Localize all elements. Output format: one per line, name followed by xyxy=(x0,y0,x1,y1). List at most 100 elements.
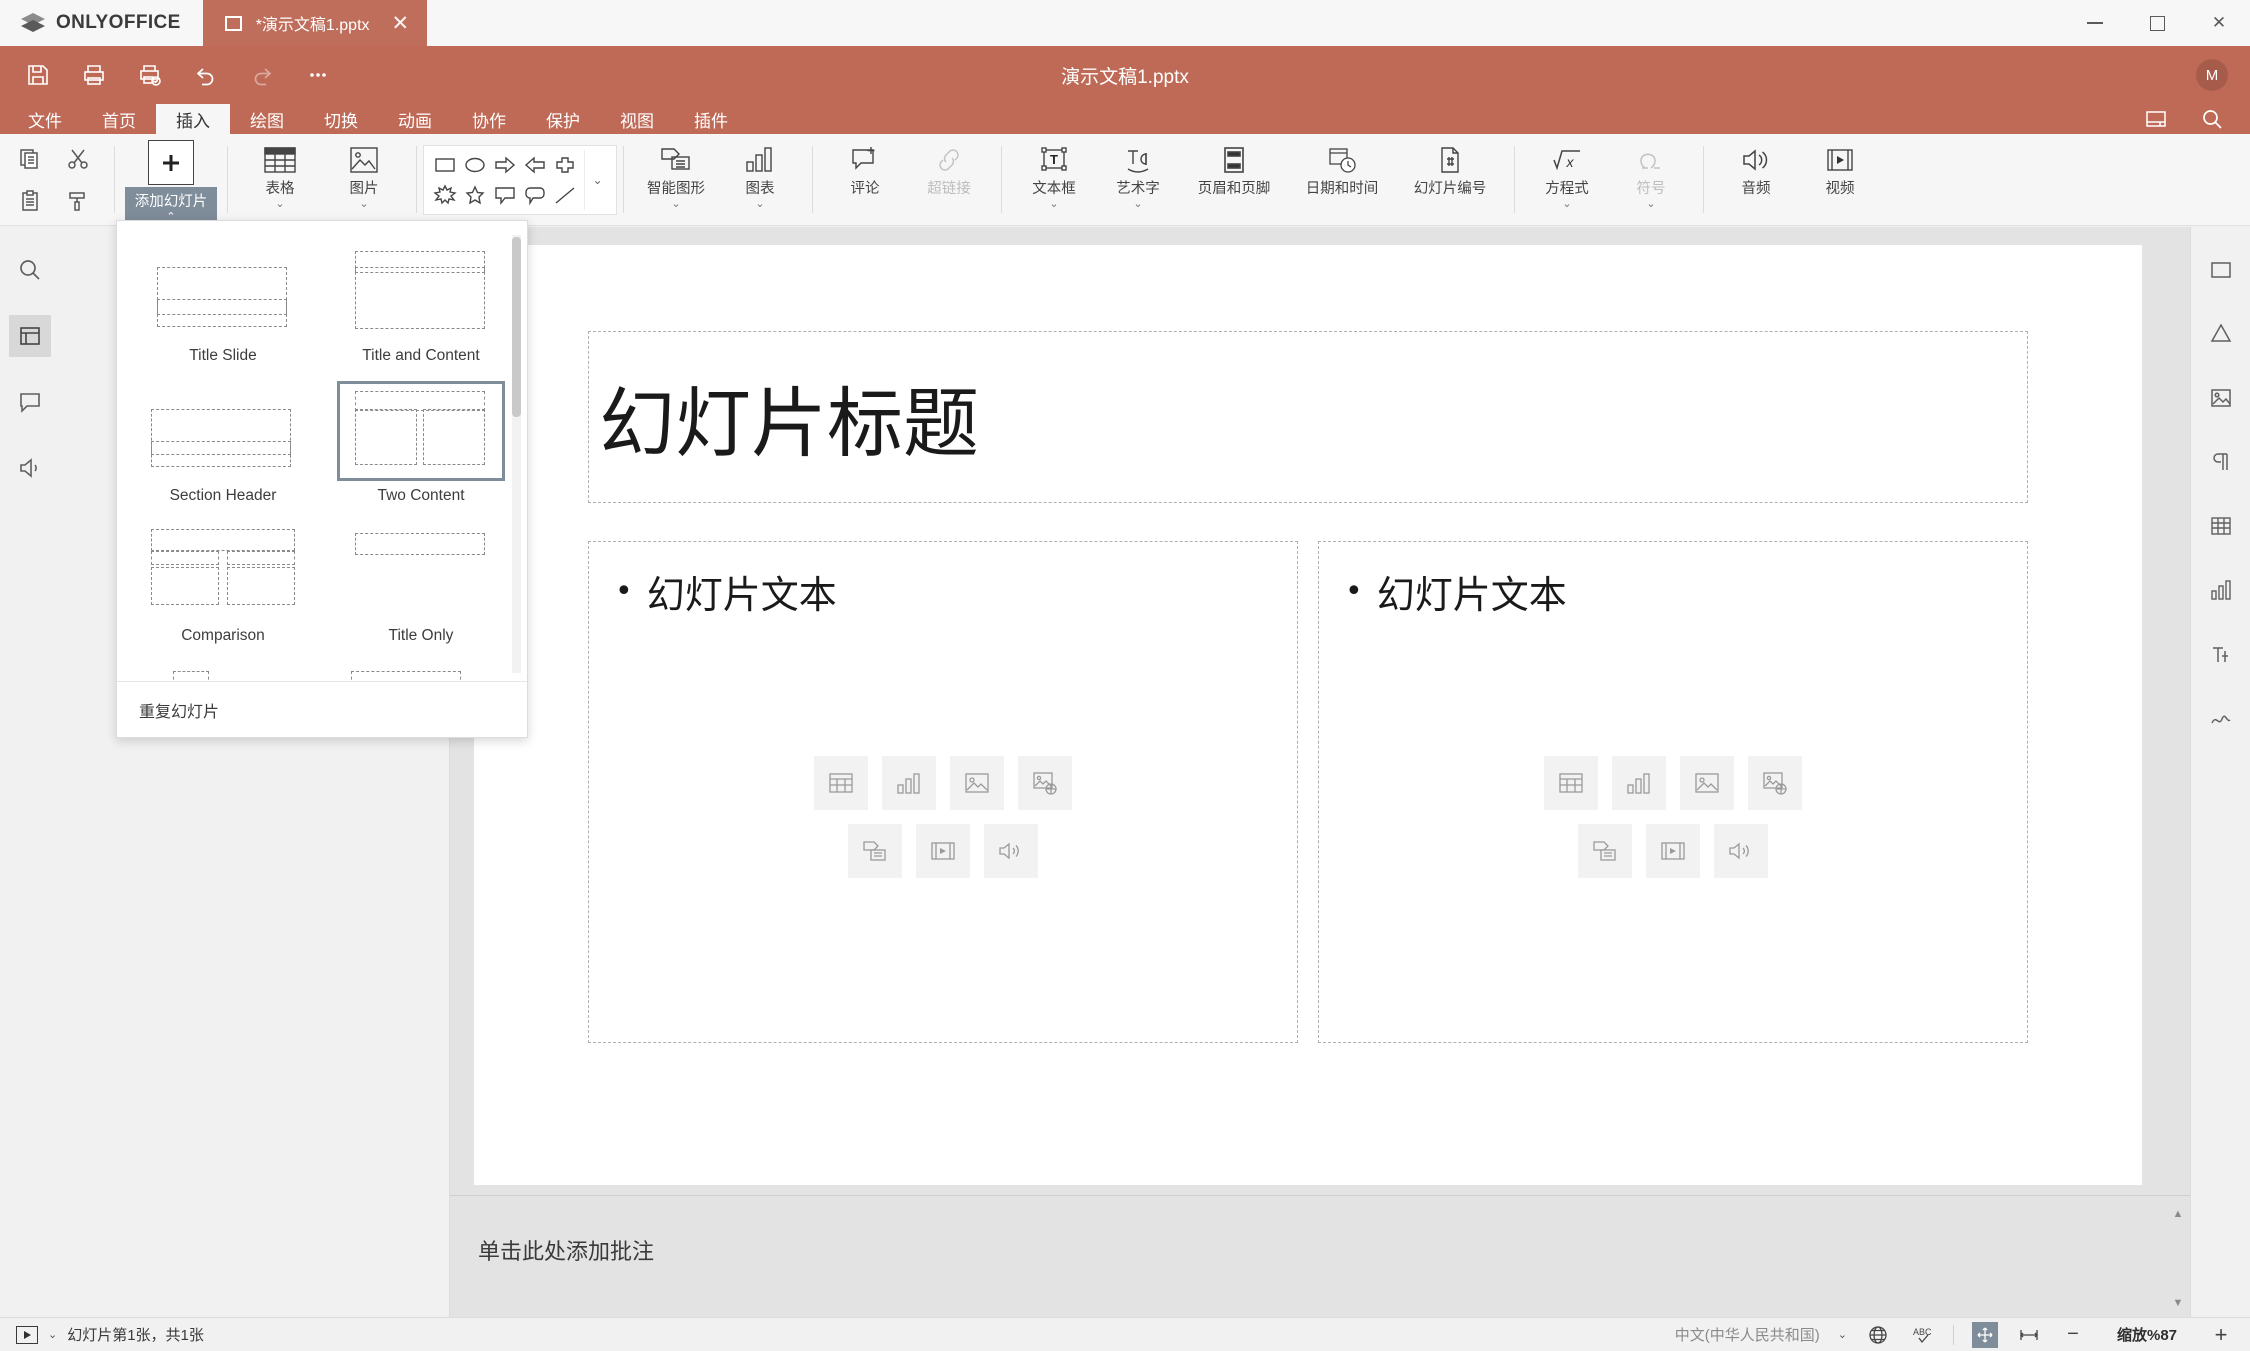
close-icon[interactable]: ✕ xyxy=(392,13,410,34)
slides-panel-icon[interactable] xyxy=(9,315,51,357)
quick-print-icon[interactable] xyxy=(124,49,176,101)
view-settings-icon[interactable] xyxy=(2142,105,2170,133)
rect-callout-shape-icon[interactable] xyxy=(490,180,520,210)
shapes-gallery[interactable]: ⌄ xyxy=(423,145,617,215)
spellcheck-icon[interactable]: ABC xyxy=(1909,1322,1935,1348)
image-placeholder-icon[interactable] xyxy=(1680,756,1734,810)
zoom-level-label[interactable]: 缩放%87 xyxy=(2104,1324,2190,1345)
plus-shape-icon[interactable] xyxy=(550,150,580,180)
table-placeholder-icon[interactable] xyxy=(814,756,868,810)
chevron-down-icon[interactable]: ⌄ xyxy=(48,1328,57,1341)
slide-settings-icon[interactable] xyxy=(2200,249,2242,291)
notes-placeholder[interactable]: 单击此处添加批注 xyxy=(478,1234,654,1266)
layout-title-only[interactable]: Title Only xyxy=(331,519,511,655)
paragraph-settings-icon[interactable] xyxy=(2200,441,2242,483)
more-options-icon[interactable] xyxy=(292,49,344,101)
slide-number-button[interactable]: 幻灯片编号 xyxy=(1396,134,1504,225)
undo-icon[interactable] xyxy=(180,49,232,101)
layout-content-partial[interactable] xyxy=(331,659,511,681)
header-footer-button[interactable]: 页眉和页脚 xyxy=(1180,134,1288,225)
shapes-expand-icon[interactable]: ⌄ xyxy=(584,150,610,210)
explosion-shape-icon[interactable] xyxy=(430,180,460,210)
insert-equation-button[interactable]: x 方程式 ⌄ xyxy=(1525,134,1609,225)
arrow-left-shape-icon[interactable] xyxy=(520,150,550,180)
online-image-placeholder-icon[interactable] xyxy=(1748,756,1802,810)
maximize-button[interactable] xyxy=(2126,0,2188,46)
rectangle-shape-icon[interactable] xyxy=(430,150,460,180)
dropdown-scrollbar-thumb[interactable] xyxy=(512,237,521,417)
fit-width-icon[interactable] xyxy=(2016,1322,2042,1348)
fit-slide-icon[interactable] xyxy=(1972,1322,1998,1348)
table-placeholder-icon[interactable] xyxy=(1544,756,1598,810)
document-tab[interactable]: *演示文稿1.pptx ✕ xyxy=(203,0,427,46)
date-time-button[interactable]: 日期和时间 xyxy=(1288,134,1396,225)
tab-home[interactable]: 首页 xyxy=(82,104,156,134)
search-icon[interactable] xyxy=(2198,105,2226,133)
zoom-out-button[interactable]: − xyxy=(2060,1322,2086,1348)
layout-blank-partial[interactable] xyxy=(133,659,313,681)
round-callout-shape-icon[interactable] xyxy=(520,180,550,210)
start-slideshow-icon[interactable] xyxy=(16,1326,38,1344)
chevron-down-icon[interactable]: ⌄ xyxy=(1562,200,1571,208)
notes-splitter[interactable] xyxy=(450,1196,2190,1206)
chevron-down-icon[interactable]: ⌄ xyxy=(1049,200,1058,208)
tab-animation[interactable]: 动画 xyxy=(378,104,452,134)
layout-two-content[interactable]: Two Content xyxy=(331,379,511,515)
add-slide-button[interactable]: 添加幻灯片 ⌃ xyxy=(125,134,217,225)
zoom-in-button[interactable]: + xyxy=(2208,1322,2234,1348)
tab-view[interactable]: 视图 xyxy=(600,104,674,134)
minimize-button[interactable] xyxy=(2064,0,2126,46)
slide-right-content-placeholder[interactable]: • 幻灯片文本 xyxy=(1318,541,2028,1043)
arrow-right-shape-icon[interactable] xyxy=(490,150,520,180)
language-label[interactable]: 中文(中华人民共和国) xyxy=(1675,1324,1820,1345)
audio-placeholder-icon[interactable] xyxy=(1714,824,1768,878)
insert-chart-button[interactable]: 图表 ⌄ xyxy=(718,134,802,225)
globe-icon[interactable] xyxy=(1865,1322,1891,1348)
insert-wordart-button[interactable]: 艺术字 ⌄ xyxy=(1096,134,1180,225)
notes-pane[interactable]: 单击此处添加批注 ▲ ▼ xyxy=(450,1195,2190,1317)
smartart-placeholder-icon[interactable] xyxy=(1578,824,1632,878)
cut-icon[interactable] xyxy=(54,138,102,180)
tab-plugins[interactable]: 插件 xyxy=(674,104,748,134)
tab-collaboration[interactable]: 协作 xyxy=(452,104,526,134)
layout-comparison[interactable]: Comparison xyxy=(133,519,313,655)
chart-placeholder-icon[interactable] xyxy=(1612,756,1666,810)
chevron-down-icon[interactable]: ⌄ xyxy=(275,200,284,208)
slide-left-content-placeholder[interactable]: • 幻灯片文本 xyxy=(588,541,1298,1043)
avatar[interactable]: M xyxy=(2196,59,2228,91)
video-placeholder-icon[interactable] xyxy=(1646,824,1700,878)
chevron-down-icon[interactable]: ⌄ xyxy=(1838,1328,1847,1341)
layout-section-header[interactable]: Section Header xyxy=(133,379,313,515)
video-placeholder-icon[interactable] xyxy=(916,824,970,878)
comments-icon[interactable] xyxy=(9,381,51,423)
insert-video-button[interactable]: 视频 xyxy=(1798,134,1882,225)
text-art-settings-icon[interactable] xyxy=(2200,633,2242,675)
tab-transition[interactable]: 切换 xyxy=(304,104,378,134)
tab-insert[interactable]: 插入 xyxy=(156,104,230,134)
audio-placeholder-icon[interactable] xyxy=(984,824,1038,878)
chart-placeholder-icon[interactable] xyxy=(882,756,936,810)
line-shape-icon[interactable] xyxy=(550,180,580,210)
ellipse-shape-icon[interactable] xyxy=(460,150,490,180)
insert-image-button[interactable]: 图片 ⌄ xyxy=(322,134,406,225)
shape-settings-icon[interactable] xyxy=(2200,313,2242,355)
layout-title-and-content[interactable]: Title and Content xyxy=(331,239,511,375)
feedback-icon[interactable] xyxy=(9,447,51,489)
image-settings-icon[interactable] xyxy=(2200,377,2242,419)
scroll-up-icon[interactable]: ▲ xyxy=(2173,1208,2184,1220)
layout-title-slide[interactable]: Title Slide xyxy=(133,239,313,375)
slide-canvas[interactable]: 幻灯片标题 • 幻灯片文本 xyxy=(450,227,2190,1317)
table-settings-icon[interactable] xyxy=(2200,505,2242,547)
insert-textbox-button[interactable]: T 文本框 ⌄ xyxy=(1012,134,1096,225)
smartart-placeholder-icon[interactable] xyxy=(848,824,902,878)
tab-draw[interactable]: 绘图 xyxy=(230,104,304,134)
online-image-placeholder-icon[interactable] xyxy=(1018,756,1072,810)
insert-comment-button[interactable]: 评论 xyxy=(823,134,907,225)
save-icon[interactable] xyxy=(12,49,64,101)
insert-audio-button[interactable]: 音频 xyxy=(1714,134,1798,225)
image-placeholder-icon[interactable] xyxy=(950,756,1004,810)
slide-title-placeholder[interactable]: 幻灯片标题 xyxy=(588,331,2028,503)
search-icon[interactable] xyxy=(9,249,51,291)
duplicate-slide-action[interactable]: 重复幻灯片 xyxy=(117,681,527,737)
insert-smartart-button[interactable]: 智能图形 ⌄ xyxy=(634,134,718,225)
